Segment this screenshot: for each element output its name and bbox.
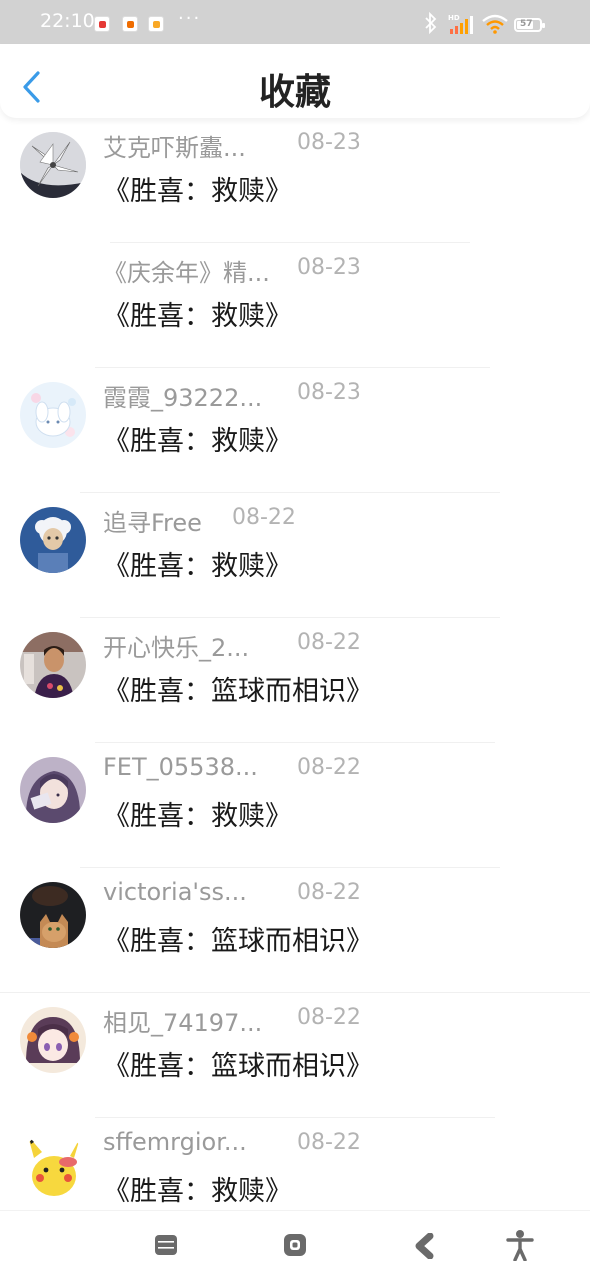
status-bar: 22:10 ··· HD 57 (0, 0, 590, 44)
username: victoria'ss... (103, 878, 247, 906)
status-time: 22:10 (40, 10, 95, 32)
username: 《庆余年》精... (103, 259, 270, 287)
story-title: 《胜喜：救赎》 (103, 176, 292, 207)
user-avatar[interactable] (20, 757, 86, 823)
battery-level: 57 (520, 19, 533, 29)
date: 08-22 (297, 880, 361, 905)
story-title: 《胜喜：篮球而相识》 (103, 676, 373, 707)
username: 开心快乐_2... (103, 634, 250, 662)
story-title: 《胜喜：救赎》 (103, 426, 292, 457)
favorite-item[interactable]: 霞霞_93222... 08-23 《胜喜：救赎》 (0, 368, 590, 493)
app-notification-icon (94, 16, 110, 32)
wifi-icon (482, 14, 508, 34)
favorite-item[interactable]: 追寻Free 08-22 《胜喜：救赎》 (0, 493, 590, 618)
username: 艾克吓斯蠹... (103, 134, 246, 162)
favorites-list: 艾克吓斯蠹... 08-23 《胜喜：救赎》 《庆余年》精... 08-23 《… (0, 118, 590, 1210)
accessibility-icon (506, 1230, 534, 1262)
accessibility-button[interactable] (506, 1229, 534, 1265)
story-title: 《胜喜：救赎》 (103, 551, 292, 582)
favorite-item[interactable]: victoria'ss... 08-22 《胜喜：篮球而相识》 (0, 868, 590, 993)
anime-avatar-icon (20, 1007, 86, 1073)
date: 08-22 (297, 1130, 361, 1155)
home-icon (284, 1234, 306, 1256)
username: 霞霞_93222... (103, 384, 263, 412)
anime-girl-avatar-icon (20, 757, 86, 823)
page-title: 收藏 (258, 72, 331, 113)
sheep-avatar-icon (20, 507, 86, 573)
username: sffemrgior... (103, 1128, 247, 1156)
date: 08-23 (297, 130, 361, 155)
back-nav-button[interactable] (414, 1232, 436, 1263)
story-title: 《胜喜：篮球而相识》 (103, 926, 373, 957)
favorite-item[interactable]: FET_05538... 08-22 《胜喜：救赎》 (0, 743, 590, 868)
home-button[interactable] (283, 1233, 307, 1261)
favorite-item[interactable]: 艾克吓斯蠹... 08-23 《胜喜：救赎》 (0, 118, 590, 243)
back-icon (415, 1232, 434, 1260)
date: 08-23 (297, 255, 361, 280)
user-avatar[interactable] (20, 132, 86, 198)
user-avatar[interactable] (20, 632, 86, 698)
more-notifications-icon: ··· (178, 8, 202, 29)
network-label: HD (448, 14, 460, 22)
system-nav-bar (0, 1210, 590, 1281)
story-title: 《胜喜：篮球而相识》 (103, 1051, 373, 1082)
story-title: 《胜喜：救赎》 (103, 801, 292, 832)
username: 相见_74197... (103, 1009, 263, 1037)
username: FET_05538... (103, 753, 258, 781)
user-avatar[interactable] (20, 1132, 86, 1198)
user-avatar[interactable] (20, 382, 86, 448)
bluetooth-icon (425, 12, 437, 34)
story-title: 《胜喜：救赎》 (103, 301, 292, 332)
pikachu-avatar-icon (20, 1132, 86, 1198)
username: 追寻Free (103, 509, 202, 537)
battery-icon: 57 (514, 18, 545, 32)
menu-button[interactable] (154, 1233, 178, 1261)
app-notification-icon (148, 16, 164, 32)
signal-icon: HD (448, 14, 473, 34)
app-notification-icon (122, 16, 138, 32)
date: 08-22 (297, 755, 361, 780)
favorite-item[interactable]: 《庆余年》精... 08-23 《胜喜：救赎》 (0, 243, 590, 368)
header: 收藏 (0, 44, 590, 118)
flower-avatar-icon (20, 132, 86, 198)
favorite-item[interactable]: 开心快乐_2... 08-22 《胜喜：篮球而相识》 (0, 618, 590, 743)
menu-icon (155, 1235, 177, 1255)
user-avatar[interactable] (20, 882, 86, 948)
date: 08-22 (297, 630, 361, 655)
date: 08-23 (297, 380, 361, 405)
story-title: 《胜喜：救赎》 (103, 1176, 292, 1207)
user-avatar[interactable] (20, 1007, 86, 1073)
cat-avatar-icon (20, 882, 86, 948)
favorite-item[interactable]: sffemrgior... 08-22 《胜喜：救赎》 (0, 1118, 590, 1210)
date: 08-22 (297, 1005, 361, 1030)
date: 08-22 (232, 505, 296, 530)
person-avatar-icon (20, 632, 86, 698)
favorite-item[interactable]: 相见_74197... 08-22 《胜喜：篮球而相识》 (0, 993, 590, 1118)
user-avatar[interactable] (20, 507, 86, 573)
cartoon-avatar-icon (20, 382, 86, 448)
